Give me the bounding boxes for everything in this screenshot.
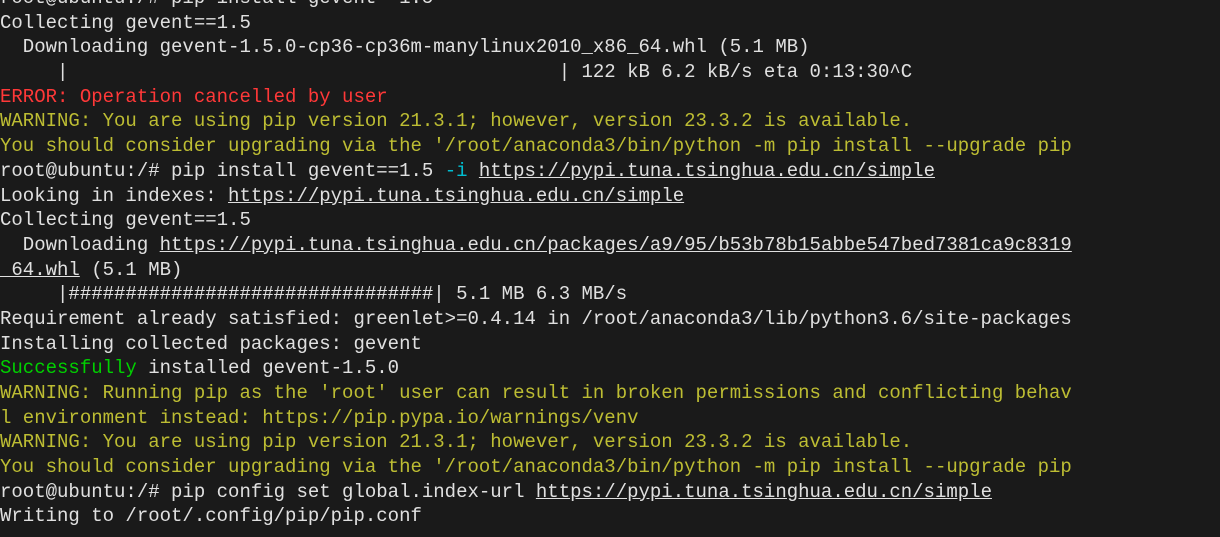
collecting-line-2: Collecting gevent==1.5 <box>0 208 1220 233</box>
warning-version-line-1: WARNING: You are using pip version 21.3.… <box>0 430 1220 455</box>
space <box>468 160 479 182</box>
writing-line: Writing to /root/.config/pip/pip.conf <box>0 504 1220 529</box>
index-url: https://pypi.tuna.tsinghua.edu.cn/simple <box>228 185 684 207</box>
downloading-line: Downloading gevent-1.5.0-cp36-cp36m-many… <box>0 35 1220 60</box>
terminal-output[interactable]: root@ubuntu:/# pip install gevent==1.5 C… <box>0 0 1220 529</box>
flag-text: -i <box>445 160 468 182</box>
downloading-line-3: _64.whl (5.1 MB) <box>0 258 1220 283</box>
requirement-line: Requirement already satisfied: greenlet>… <box>0 307 1220 332</box>
prompt-line-partial: root@ubuntu:/# pip install gevent==1.5 <box>0 0 1220 11</box>
success-word: Successfully <box>0 357 137 379</box>
prompt-text: root@ubuntu:/# pip install gevent==1.5 <box>0 160 445 182</box>
warning-line-1: WARNING: You are using pip version 21.3.… <box>0 109 1220 134</box>
package-url: https://pypi.tuna.tsinghua.edu.cn/packag… <box>160 234 1072 256</box>
config-url: https://pypi.tuna.tsinghua.edu.cn/simple <box>536 481 992 503</box>
collecting-line: Collecting gevent==1.5 <box>0 11 1220 36</box>
progress-complete-line: |################################| 5.1 M… <box>0 282 1220 307</box>
looking-prefix: Looking in indexes: <box>0 185 228 207</box>
package-url-cont: _64.whl <box>0 259 80 281</box>
mirror-url: https://pypi.tuna.tsinghua.edu.cn/simple <box>479 160 935 182</box>
warning-line-2: You should consider upgrading via the '/… <box>0 134 1220 159</box>
prompt-config-line: root@ubuntu:/# pip config set global.ind… <box>0 480 1220 505</box>
success-rest: installed gevent-1.5.0 <box>137 357 399 379</box>
warning-root-line-2: l environment instead: https://pip.pypa.… <box>0 406 1220 431</box>
success-line: Successfully installed gevent-1.5.0 <box>0 356 1220 381</box>
prompt-line-mirror: root@ubuntu:/# pip install gevent==1.5 -… <box>0 159 1220 184</box>
downloading-line-2: Downloading https://pypi.tuna.tsinghua.e… <box>0 233 1220 258</box>
size-suffix: (5.1 MB) <box>80 259 183 281</box>
warning-root-line-1: WARNING: Running pip as the 'root' user … <box>0 381 1220 406</box>
warning-version-line-2: You should consider upgrading via the '/… <box>0 455 1220 480</box>
downloading-prefix: Downloading <box>0 234 160 256</box>
config-prompt: root@ubuntu:/# pip config set global.ind… <box>0 481 536 503</box>
looking-indexes-line: Looking in indexes: https://pypi.tuna.ts… <box>0 184 1220 209</box>
installing-line: Installing collected packages: gevent <box>0 332 1220 357</box>
error-line: ERROR: Operation cancelled by user <box>0 85 1220 110</box>
progress-line: | | 122 kB 6.2 kB/s eta 0:13:30^C <box>0 60 1220 85</box>
